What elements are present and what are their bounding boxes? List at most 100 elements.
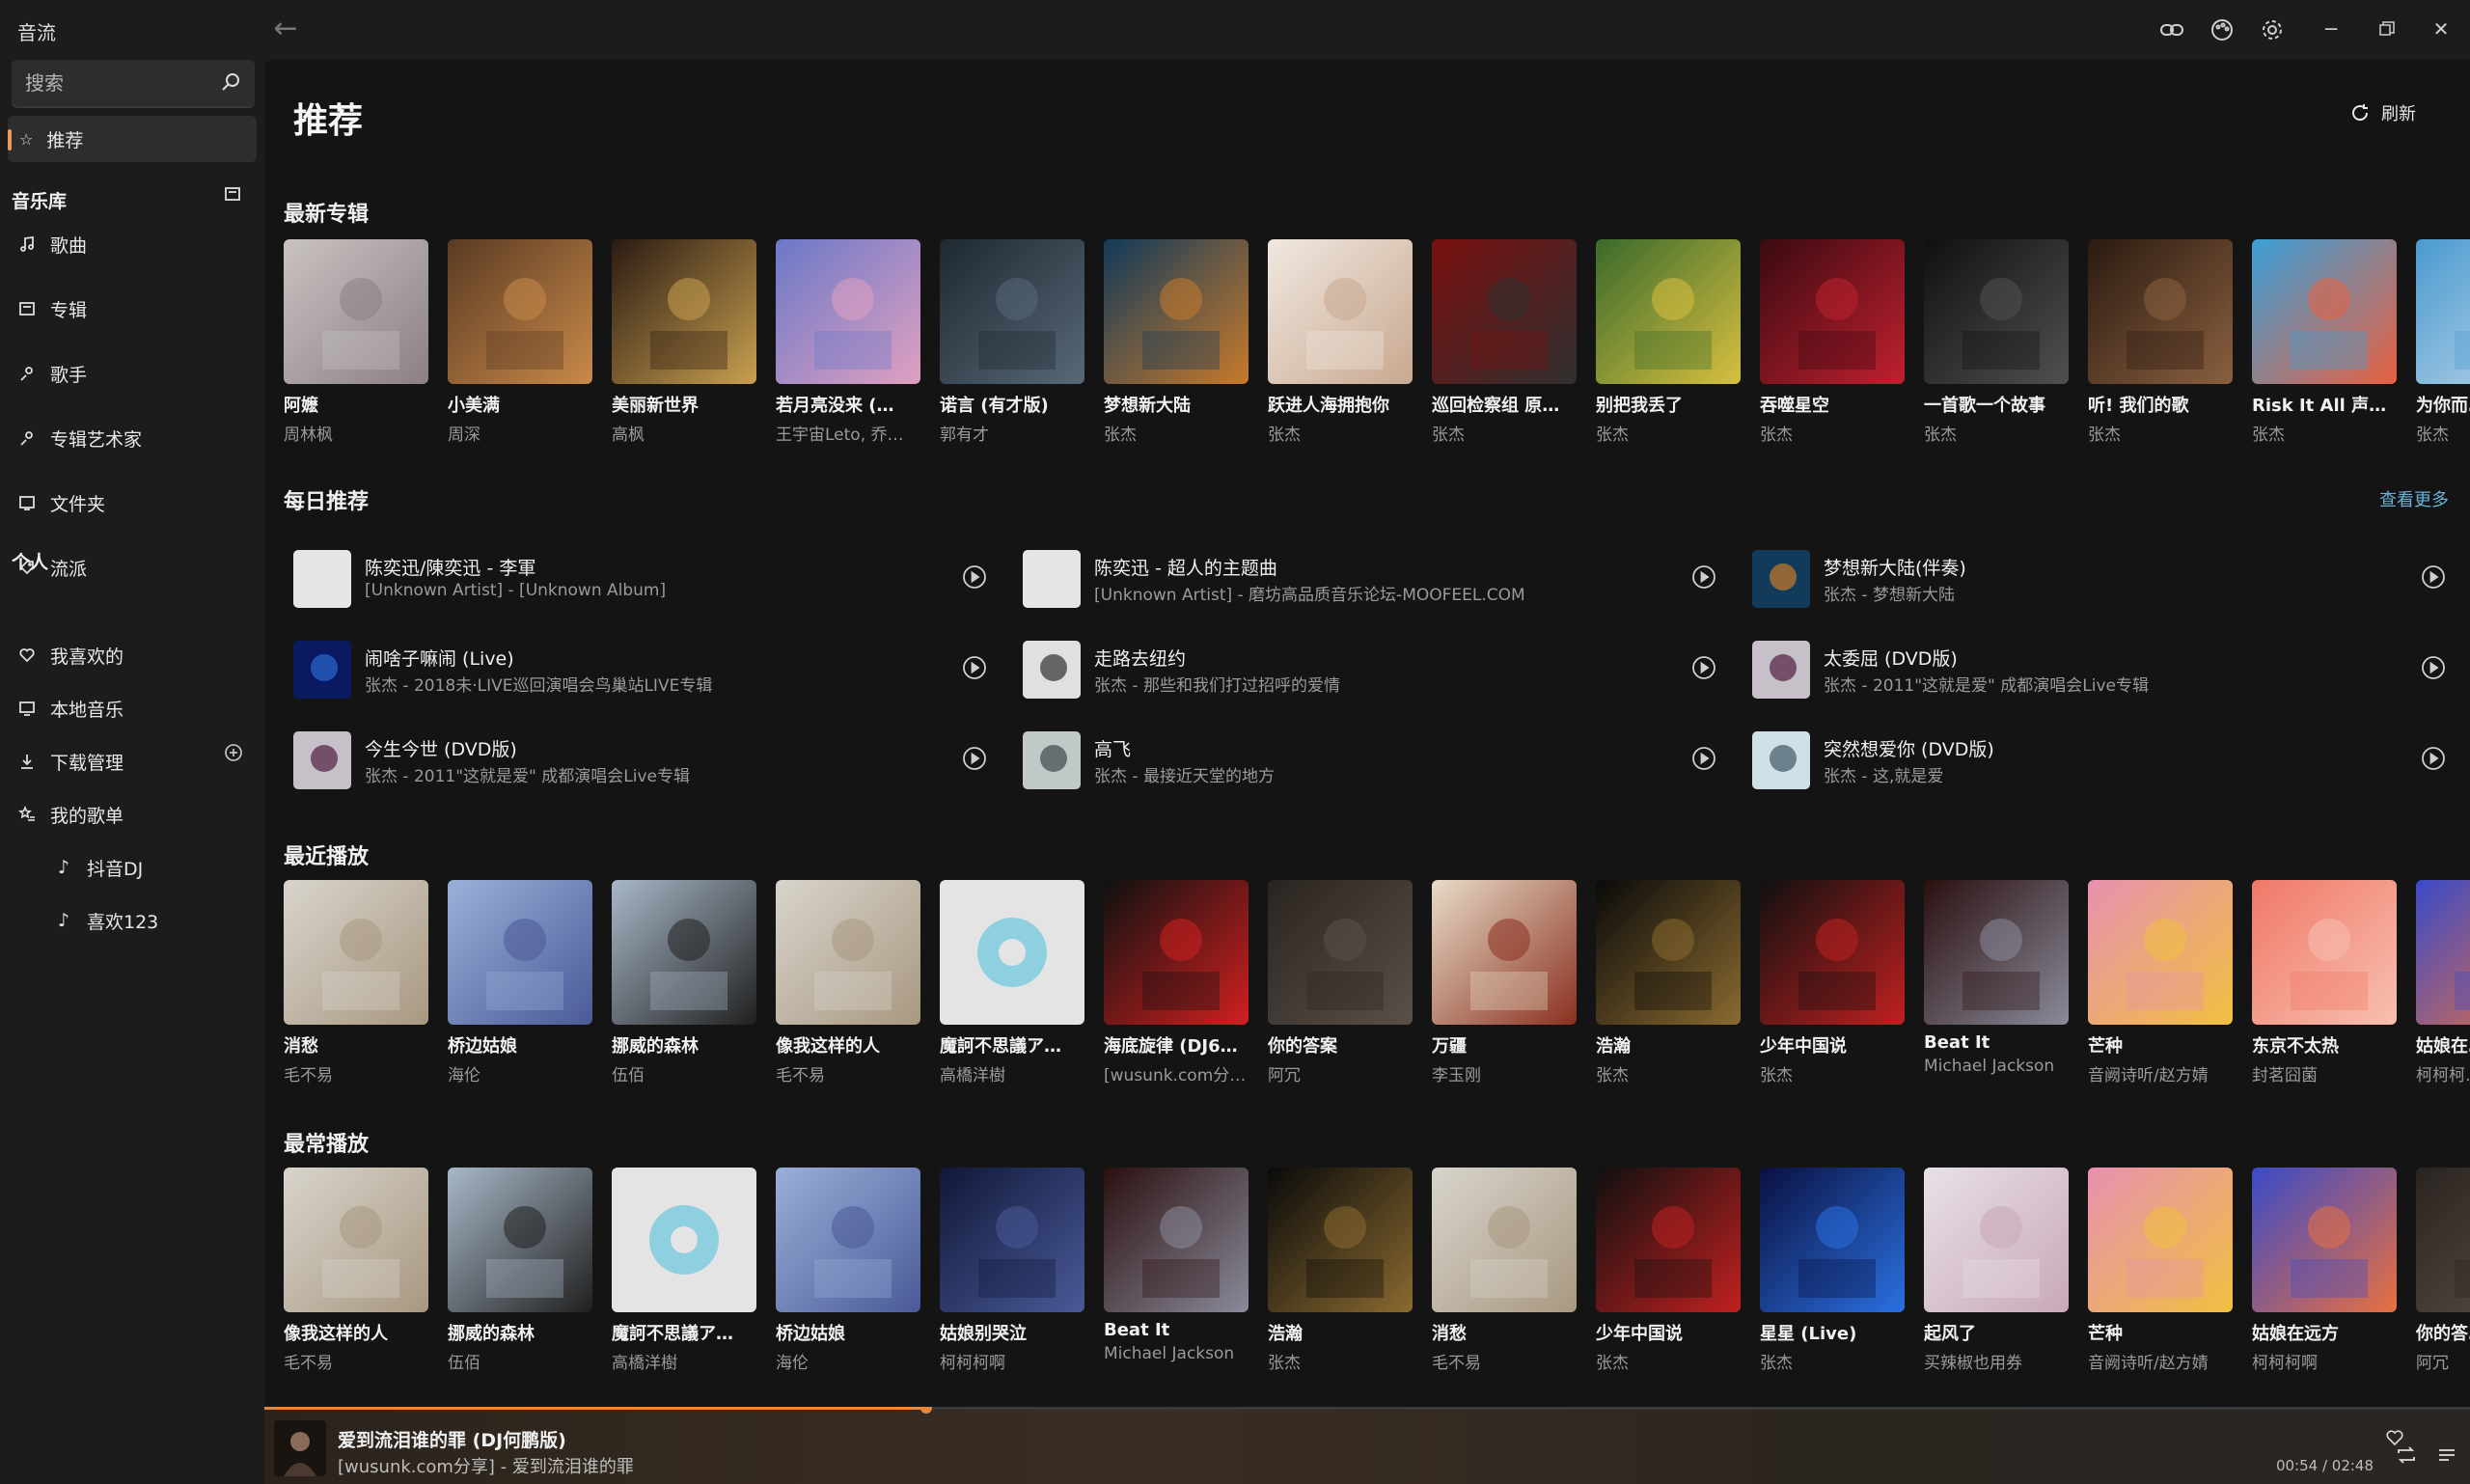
album-card[interactable]: 为你而… 张杰 <box>2416 239 2470 445</box>
add-playlist-icon[interactable] <box>224 743 245 764</box>
album-cover[interactable] <box>2252 239 2397 384</box>
sidebar-item-library-4[interactable]: 文件夹 <box>8 481 257 525</box>
play-circle-icon[interactable] <box>2420 654 2447 681</box>
album-card[interactable]: 起风了 买辣椒也用券 <box>1924 1168 2069 1373</box>
album-card[interactable]: 姑娘在远方 柯柯柯啊 <box>2252 1168 2397 1373</box>
play-circle-icon[interactable] <box>961 654 988 681</box>
album-card[interactable]: Risk It All 声来… 张杰 <box>2252 239 2397 445</box>
link-icon[interactable] <box>2155 14 2188 46</box>
settings-gear-icon[interactable] <box>2256 14 2289 46</box>
album-card[interactable]: 跃进人海拥抱你 张杰 <box>1268 239 1413 445</box>
sidebar-playlist-1[interactable]: ♪ 喜欢123 <box>8 898 257 943</box>
album-card[interactable]: 东京不太热 封茗囧菌 <box>2252 880 2397 1086</box>
album-cover[interactable] <box>284 880 428 1025</box>
album-cover[interactable] <box>1432 1168 1577 1312</box>
album-cover[interactable] <box>1268 239 1413 384</box>
album-cover[interactable] <box>1596 239 1741 384</box>
album-card[interactable]: 芒种 音阙诗听/赵方婧 <box>2088 1168 2233 1373</box>
close-button[interactable]: ✕ <box>2420 10 2462 48</box>
album-card[interactable]: 海底旋律 (DJ6… [wusunk.com分… <box>1104 880 1249 1086</box>
library-view-icon[interactable] <box>224 185 245 206</box>
album-card[interactable]: 桥边姑娘 海伦 <box>448 880 592 1086</box>
album-cover[interactable] <box>612 1168 756 1312</box>
album-cover[interactable] <box>2088 880 2233 1025</box>
sidebar-item-personal-2[interactable]: 下载管理 <box>8 739 257 783</box>
sidebar-item-personal-3[interactable]: 我的歌单 <box>8 792 257 837</box>
album-card[interactable]: 姑娘别哭泣 柯柯柯啊 <box>940 1168 1084 1373</box>
album-card[interactable]: 一首歌一个故事 张杰 <box>1924 239 2069 445</box>
play-circle-icon[interactable] <box>961 745 988 772</box>
refresh-button[interactable]: 刷新 <box>2348 100 2416 125</box>
album-card[interactable]: 美丽新世界 高枫 <box>612 239 756 445</box>
daily-song-item[interactable]: 梦想新大陆(伴奏) 张杰 - 梦想新大陆 <box>1743 536 2456 618</box>
palette-icon[interactable] <box>2206 14 2238 46</box>
sidebar-item-library-3[interactable]: 专辑艺术家 <box>8 416 257 460</box>
album-card[interactable]: 若月亮没来 (… 王宇宙Leto, 乔… <box>776 239 920 445</box>
album-card[interactable]: 梦想新大陆 张杰 <box>1104 239 1249 445</box>
album-card[interactable]: 桥边姑娘 海伦 <box>776 1168 920 1373</box>
daily-song-item[interactable]: 陈奕迅/陳奕迅 - 李軍 [Unknown Artist] - [Unknown … <box>284 536 998 618</box>
sidebar-playlist-0[interactable]: ♪ 抖音DJ <box>8 845 257 890</box>
album-cover[interactable] <box>448 880 592 1025</box>
album-cover[interactable] <box>776 1168 920 1312</box>
daily-song-item[interactable]: 突然想爱你 (DVD版) 张杰 - 这,就是爱 <box>1743 718 2456 799</box>
daily-song-item[interactable]: 今生今世 (DVD版) 张杰 - 2011"这就是爱" 成都演唱会Live专辑 <box>284 718 998 799</box>
now-playing-cover[interactable] <box>274 1420 326 1476</box>
album-cover[interactable] <box>1104 1168 1249 1312</box>
album-cover[interactable] <box>284 1168 428 1312</box>
album-cover[interactable] <box>2416 880 2470 1025</box>
album-card[interactable]: 别把我丢了 张杰 <box>1596 239 1741 445</box>
album-cover[interactable] <box>1596 1168 1741 1312</box>
album-card[interactable]: 像我这样的人 毛不易 <box>284 1168 428 1373</box>
album-card[interactable]: 挪威的森林 伍佰 <box>612 880 756 1086</box>
search-input[interactable] <box>12 60 214 106</box>
album-cover[interactable] <box>1432 880 1577 1025</box>
album-cover[interactable] <box>1104 239 1249 384</box>
see-more-link[interactable]: 查看更多 <box>2379 486 2449 511</box>
album-cover[interactable] <box>1924 1168 2069 1312</box>
album-card[interactable]: 消愁 毛不易 <box>284 880 428 1086</box>
album-card[interactable]: 魔訶不思議ア… 高橋洋樹 <box>940 880 1084 1086</box>
album-card[interactable]: 诺言 (有才版) 郭有才 <box>940 239 1084 445</box>
album-card[interactable]: 浩瀚 张杰 <box>1596 880 1741 1086</box>
album-card[interactable]: 像我这样的人 毛不易 <box>776 880 920 1086</box>
sidebar-item-personal-0[interactable]: 我喜欢的 <box>8 633 257 677</box>
daily-song-item[interactable]: 陈奕迅 - 超人的主题曲 [Unknown Artist] - 磨坊高品质音乐论坛… <box>1013 536 1727 618</box>
album-cover[interactable] <box>1760 880 1905 1025</box>
album-card[interactable]: 听! 我们的歌 张杰 <box>2088 239 2233 445</box>
restore-button[interactable] <box>2366 10 2408 48</box>
album-card[interactable]: 你的答… 阿冗 <box>2416 1168 2470 1373</box>
sidebar-item-personal-1[interactable]: 本地音乐 <box>8 686 257 730</box>
album-card[interactable]: Beat It Michael Jackson <box>1104 1168 1249 1363</box>
album-cover[interactable] <box>940 239 1084 384</box>
play-circle-icon[interactable] <box>1690 745 1717 772</box>
album-cover[interactable] <box>776 239 920 384</box>
album-cover[interactable] <box>1268 880 1413 1025</box>
album-cover[interactable] <box>2088 1168 2233 1312</box>
sidebar-item-library-1[interactable]: 专辑 <box>8 287 257 331</box>
album-cover[interactable] <box>2416 239 2470 384</box>
album-card[interactable]: 少年中国说 张杰 <box>1596 1168 1741 1373</box>
album-card[interactable]: Beat It Michael Jackson <box>1924 880 2069 1076</box>
album-cover[interactable] <box>2252 880 2397 1025</box>
album-cover[interactable] <box>2416 1168 2470 1312</box>
daily-song-item[interactable]: 闹啥子嘛闹 (Live) 张杰 - 2018未·LIVE巡回演唱会鸟巢站LIVE专… <box>284 627 998 708</box>
album-cover[interactable] <box>1268 1168 1413 1312</box>
play-circle-icon[interactable] <box>2420 745 2447 772</box>
album-cover[interactable] <box>1924 880 2069 1025</box>
album-cover[interactable] <box>940 880 1084 1025</box>
play-circle-icon[interactable] <box>1690 563 1717 591</box>
album-card[interactable]: 星星 (Live) 张杰 <box>1760 1168 1905 1373</box>
play-circle-icon[interactable] <box>2420 563 2447 591</box>
album-cover[interactable] <box>1104 880 1249 1025</box>
repeat-icon[interactable] <box>2395 1443 2420 1469</box>
album-cover[interactable] <box>448 239 592 384</box>
sidebar-item-recommend[interactable]: ☆ 推荐 <box>8 116 257 162</box>
album-cover[interactable] <box>612 239 756 384</box>
back-button[interactable]: ← <box>268 12 303 46</box>
daily-song-item[interactable]: 太委屈 (DVD版) 张杰 - 2011"这就是爱" 成都演唱会Live专辑 <box>1743 627 2456 708</box>
album-card[interactable]: 吞噬星空 张杰 <box>1760 239 1905 445</box>
daily-song-item[interactable]: 走路去纽约 张杰 - 那些和我们打过招呼的爱情 <box>1013 627 1727 708</box>
album-cover[interactable] <box>2088 239 2233 384</box>
album-card[interactable]: 消愁 毛不易 <box>1432 1168 1577 1373</box>
